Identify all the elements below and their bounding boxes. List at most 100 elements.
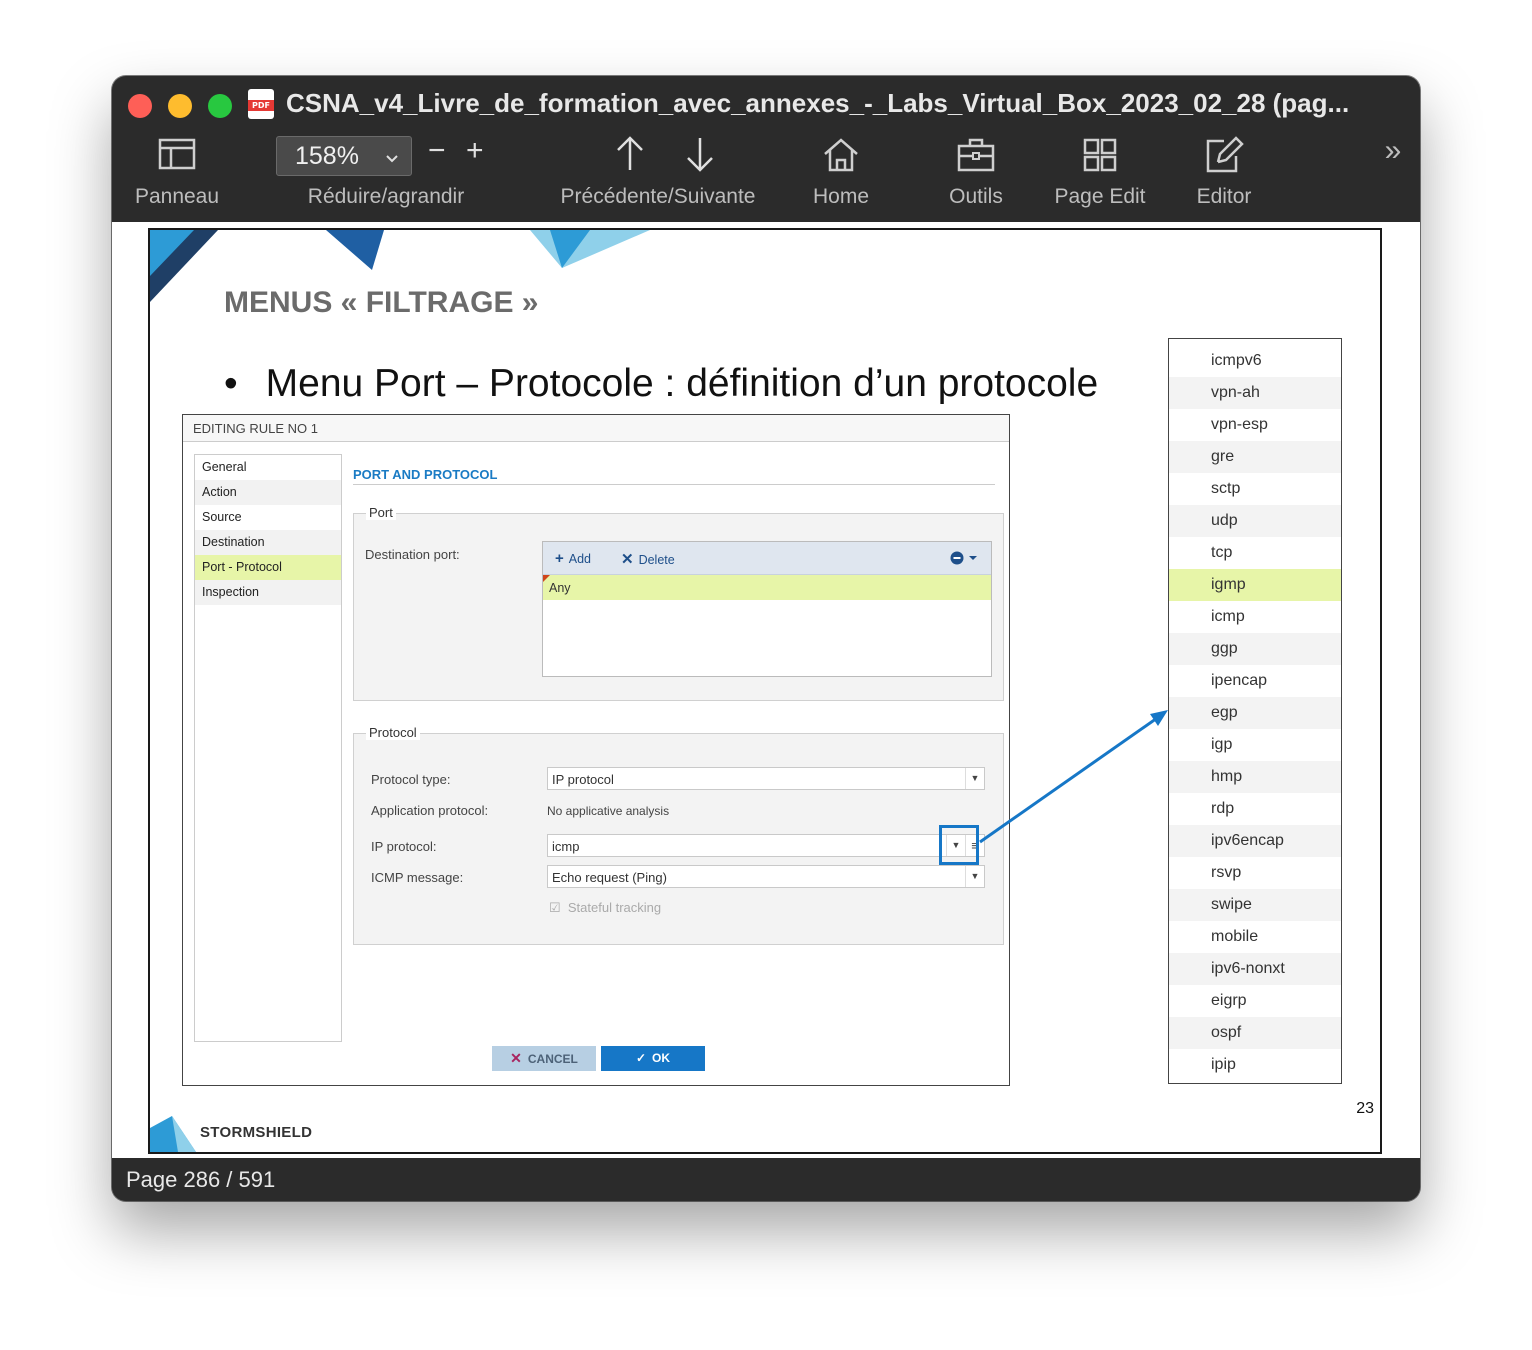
stormshield-logo: STORMSHIELD	[200, 1124, 313, 1141]
close-window-button[interactable]	[128, 94, 152, 118]
arrow-up-down-icons	[617, 136, 713, 172]
table-cell: Any	[549, 581, 571, 595]
document-viewport[interactable]: MENUS « FILTRAGE » • Menu Port – Protocol…	[112, 222, 1420, 1158]
column-menu-icon[interactable]	[949, 550, 981, 566]
page-indicator: Page 286 / 591	[126, 1167, 276, 1192]
list-item[interactable]: sctp	[1169, 473, 1341, 505]
list-item[interactable]: rdp	[1169, 793, 1341, 825]
list-item[interactable]: vpn-ah	[1169, 377, 1341, 409]
home-icon	[824, 138, 858, 172]
delete-button[interactable]: ✕ Delete	[621, 550, 675, 568]
port-legend: Port	[366, 505, 396, 520]
page-edit-button[interactable]: Page Edit	[1046, 132, 1154, 222]
zoom-out-button[interactable]: −	[428, 134, 446, 168]
slide-bullet: • Menu Port – Protocole : définition d’un…	[224, 362, 1098, 406]
list-item[interactable]: ipip	[1169, 1049, 1341, 1081]
prev-next-group: Précédente/Suivante	[542, 132, 774, 222]
nav-item-port-protocol[interactable]: Port - Protocol	[195, 555, 341, 580]
protocol-list: icmpv6 vpn-ah vpn-esp gre sctp udp tcp i…	[1168, 338, 1342, 1084]
protocol-type-select[interactable]: IP protocol ▼	[547, 767, 985, 790]
minimize-window-button[interactable]	[168, 94, 192, 118]
editor-button[interactable]: Editor	[1178, 132, 1270, 222]
tools-label: Outils	[949, 185, 1003, 208]
list-item[interactable]: ipv6encap	[1169, 825, 1341, 857]
nav-item-general[interactable]: General	[195, 455, 341, 480]
window-title: CSNA_v4_Livre_de_formation_avec_annexes_…	[286, 88, 1350, 118]
plus-icon: +	[555, 550, 564, 567]
bullet-text: Menu Port – Protocole : définition d’un …	[265, 362, 1099, 405]
protocol-fieldset: Protocol Protocol type: IP protocol ▼ Ap…	[353, 725, 1004, 945]
toolbar: Panneau 158% − + Réduire/agrandir Précéd…	[112, 132, 1420, 222]
pdf-app-icon: PDF	[248, 89, 274, 119]
close-icon: ✕	[510, 1050, 522, 1066]
more-tools-button[interactable]: »	[1374, 132, 1412, 222]
slide-title: MENUS « FILTRAGE »	[224, 286, 539, 319]
arrow-up-icon[interactable]	[617, 136, 643, 170]
nav-item-destination[interactable]: Destination	[195, 530, 341, 555]
grid-toolbar: + Add ✕ Delete	[543, 542, 991, 575]
dropdown-arrow-icon: ▼	[965, 866, 984, 887]
list-item[interactable]: mobile	[1169, 921, 1341, 953]
list-item[interactable]: icmpv6	[1169, 345, 1341, 377]
list-item[interactable]: ospf	[1169, 1017, 1341, 1049]
icmp-message-label: ICMP message:	[371, 870, 464, 885]
zoom-select[interactable]: 158%	[276, 136, 412, 176]
port-fieldset: Port Destination port: + Add ✕ Delete An…	[353, 505, 1004, 701]
stateful-tracking-label: Stateful tracking	[567, 900, 662, 915]
stateful-tracking-checkbox[interactable]: ☑ Stateful tracking	[549, 900, 661, 916]
add-button[interactable]: + Add	[555, 550, 591, 567]
edit-icon	[1206, 136, 1244, 173]
list-item[interactable]: ipv6-nonxt	[1169, 953, 1341, 985]
list-item[interactable]: eigrp	[1169, 985, 1341, 1017]
list-item[interactable]: ipencap	[1169, 665, 1341, 697]
dialog-title: EDITING RULE NO 1	[193, 421, 318, 436]
list-item[interactable]: rsvp	[1169, 857, 1341, 889]
list-item[interactable]: udp	[1169, 505, 1341, 537]
list-item[interactable]: ggp	[1169, 633, 1341, 665]
pdf-page: MENUS « FILTRAGE » • Menu Port – Protocol…	[148, 228, 1382, 1154]
app-window: PDF CSNA_v4_Livre_de_formation_avec_anne…	[112, 76, 1420, 1201]
slide-page-number: 23	[1356, 1100, 1374, 1117]
list-item[interactable]: igmp	[1169, 569, 1341, 601]
check-icon: ✓	[635, 1051, 647, 1065]
list-item[interactable]: gre	[1169, 441, 1341, 473]
ok-button[interactable]: ✓ OK	[601, 1046, 705, 1071]
page-edit-label: Page Edit	[1054, 185, 1146, 208]
protocol-type-value: IP protocol	[552, 772, 614, 787]
table-row[interactable]: Any	[543, 575, 991, 600]
list-item[interactable]: egp	[1169, 697, 1341, 729]
zoom-value: 158%	[295, 142, 359, 170]
zoom-label: Réduire/agrandir	[307, 185, 465, 208]
ip-protocol-select[interactable]: icmp ▼ ≡	[547, 834, 985, 857]
editor-label: Editor	[1196, 185, 1252, 208]
ip-protocol-label: IP protocol:	[371, 839, 437, 854]
app-protocol-label: Application protocol:	[371, 803, 489, 818]
nav-item-source[interactable]: Source	[195, 505, 341, 530]
bullet-dot: •	[224, 362, 238, 405]
protocol-type-label: Protocol type:	[371, 772, 451, 787]
icmp-message-select[interactable]: Echo request (Ping) ▼	[547, 865, 985, 888]
toolbox-icon	[957, 138, 995, 172]
tools-button[interactable]: Outils	[930, 132, 1022, 222]
list-item[interactable]: vpn-esp	[1169, 409, 1341, 441]
list-item[interactable]: swipe	[1169, 889, 1341, 921]
list-item[interactable]: hmp	[1169, 761, 1341, 793]
app-protocol-value: No applicative analysis	[547, 804, 670, 818]
nav-item-inspection[interactable]: Inspection	[195, 580, 341, 605]
destination-port-label: Destination port:	[365, 547, 460, 562]
icmp-message-value: Echo request (Ping)	[552, 870, 667, 885]
zoom-in-button[interactable]: +	[466, 134, 484, 168]
checkbox-icon: ☑	[549, 900, 561, 915]
cancel-button[interactable]: ✕ CANCEL	[492, 1046, 596, 1071]
chevron-down-icon	[386, 155, 398, 163]
arrow-down-icon[interactable]	[687, 138, 713, 172]
zoom-window-button[interactable]	[208, 94, 232, 118]
close-icon: ✕	[621, 551, 634, 568]
grid-icon	[1083, 138, 1117, 172]
home-button[interactable]: Home	[796, 132, 886, 222]
nav-item-action[interactable]: Action	[195, 480, 341, 505]
list-item[interactable]: tcp	[1169, 537, 1341, 569]
list-item[interactable]: icmp	[1169, 601, 1341, 633]
list-item[interactable]: igp	[1169, 729, 1341, 761]
dialog-header: EDITING RULE NO 1	[183, 415, 1009, 442]
